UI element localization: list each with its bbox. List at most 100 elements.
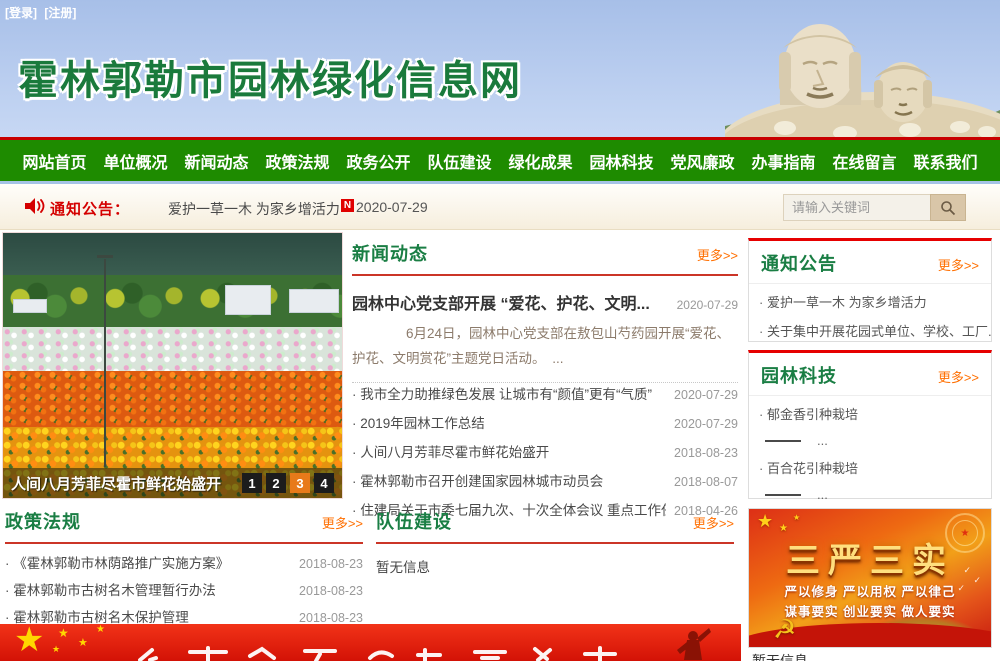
notice-marquee-link[interactable]: 爱护一草一木 为家乡增活力 [168, 199, 340, 219]
nav-item-gov-open[interactable]: 政务公开 [346, 149, 410, 173]
news-item-date: 2018-08-23 [674, 446, 738, 460]
carousel-white-flowers-band [3, 327, 342, 371]
news-item-title[interactable]: 我市全力助推绿色发展 让城市有“颜值”更有“气质” [352, 383, 666, 403]
nav-item-contact[interactable]: 联系我们 [913, 149, 977, 173]
featured-news-summary: 6月24日，园林中心党支部在敖包山芍药园开展“爱花、护花、文明赏花”主题党日活动… [352, 322, 738, 383]
small-star-icon: ★ [58, 626, 69, 640]
policy-item-title[interactable]: 《霍林郭勒市林荫路推广实施方案》 [5, 552, 291, 572]
carousel-page-3-active[interactable]: 3 [290, 473, 310, 493]
policy-item-title[interactable]: 霍林郭勒市古树名木管理暂行办法 [5, 579, 291, 599]
featured-news: 园林中心党支部开展 “爱花、护花、文明... 2020-07-29 [352, 290, 738, 314]
banner-title: 三严三实 [749, 533, 991, 582]
announcements-more-link[interactable]: 更多>> [938, 255, 979, 274]
photo-carousel[interactable]: 人间八月芳菲尽霍市鲜花始盛开 1 2 3 4 [2, 232, 343, 499]
garden-tech-item[interactable]: 百合花引种栽培 [749, 450, 991, 479]
notice-label: 通知公告： [50, 198, 130, 219]
garden-tech-item[interactable]: 郁金香引种栽培 [749, 396, 991, 425]
team-section-title: 队伍建设 [376, 508, 452, 534]
author-dash-line [765, 494, 801, 496]
building-shape [225, 285, 271, 315]
announcement-item[interactable]: 爱护一草一木 为家乡增活力 [749, 284, 991, 313]
nav-item-party[interactable]: 党风廉政 [670, 149, 734, 173]
notice-date: 2020-07-29 [356, 199, 428, 215]
meta-ellipsis: ... [817, 487, 828, 502]
bottom-propaganda-banner[interactable]: ★ ★ ★ ★ ★ [0, 624, 741, 661]
news-list-item: 人间八月芳菲尽霍市鲜花始盛开 2018-08-23 [352, 441, 738, 470]
news-item-date: 2020-07-29 [674, 417, 738, 431]
carousel-caption-link[interactable]: 人间八月芳菲尽霍市鲜花始盛开 [11, 473, 238, 494]
announcements-title: 通知公告 [761, 250, 837, 276]
announcements-box: 通知公告 更多>> 爱护一草一木 为家乡增活力 关于集中开展花园式单位、学校、工… [748, 238, 992, 342]
carousel-page-1[interactable]: 1 [242, 473, 262, 493]
nav-item-home[interactable]: 网站首页 [22, 149, 86, 173]
carousel-orange-flowers-band [3, 371, 342, 427]
policy-item-date: 2018-08-23 [299, 557, 363, 571]
below-banner-empty-message: 暂无信息 [752, 651, 808, 661]
garden-tech-header: 园林科技 更多>> [749, 353, 991, 396]
page: [登录] [注册] 霍林郭勒市园林绿化信息网 网站首页 单位概况 新闻动态 政策… [0, 0, 1000, 661]
policy-item-title[interactable]: 霍林郭勒市古树名木保护管理 [5, 606, 291, 626]
three-stricts-banner[interactable]: ★ ★ ★ ★ ✓ ✓ ✓ 三严三实 严以修身 严以用权 严以律己 谋事要实 创… [748, 508, 992, 648]
main-content: 人间八月芳菲尽霍市鲜花始盛开 1 2 3 4 新闻动态 更多>> 园林中心党支部… [0, 230, 1000, 661]
garden-tech-item-meta: ... [749, 479, 991, 504]
genghis-khan-statue-image [725, 0, 1000, 137]
nav-item-news[interactable]: 新闻动态 [184, 149, 248, 173]
nav-item-message[interactable]: 在线留言 [832, 149, 896, 173]
news-list-item: 霍林郭勒市召开创建国家园林城市动员会 2018-08-07 [352, 470, 738, 499]
garden-tech-item-meta: ... [749, 425, 991, 450]
carousel-page-4[interactable]: 4 [314, 473, 334, 493]
statue-silhouette [669, 626, 713, 661]
news-more-link[interactable]: 更多>> [697, 245, 738, 264]
news-list-item: 我市全力助推绿色发展 让城市有“颜值”更有“气质” 2020-07-29 [352, 383, 738, 412]
news-item-title[interactable]: 霍林郭勒市召开创建国家园林城市动员会 [352, 470, 666, 490]
nav-item-guide[interactable]: 办事指南 [751, 149, 815, 173]
calligraphy-strokes-decoration [130, 646, 650, 661]
news-item-date: 2018-08-07 [674, 475, 738, 489]
meta-ellipsis: ... [817, 433, 828, 448]
policies-more-link[interactable]: 更多>> [322, 513, 363, 532]
author-dash-line [765, 440, 801, 442]
policy-item-date: 2018-08-23 [299, 584, 363, 598]
nav-item-about[interactable]: 单位概况 [103, 149, 167, 173]
announcement-item[interactable]: 关于集中开展花园式单位、学校、工厂... [749, 313, 991, 342]
news-item-title[interactable]: 人间八月芳菲尽霍市鲜花始盛开 [352, 441, 666, 461]
search-input[interactable] [783, 194, 930, 221]
register-link[interactable]: [注册] [44, 6, 76, 20]
search-icon [940, 200, 956, 216]
policies-section-title: 政策法规 [5, 508, 81, 534]
news-section-header: 新闻动态 更多>> [352, 240, 738, 276]
policies-section-header: 政策法规 更多>> [5, 508, 363, 544]
nav-item-team[interactable]: 队伍建设 [427, 149, 491, 173]
policy-item-date: 2018-08-23 [299, 611, 363, 625]
team-empty-message: 暂无信息 [376, 556, 734, 576]
news-item-date: 2020-07-29 [674, 388, 738, 402]
banner-slogan-line1: 严以修身 严以用权 严以律己 [749, 581, 991, 600]
nav-item-policy[interactable]: 政策法规 [265, 149, 329, 173]
big-star-icon: ★ [14, 624, 44, 660]
site-title: 霍林郭勒市园林绿化信息网 [18, 48, 522, 106]
login-link[interactable]: [登录] [5, 6, 37, 20]
team-more-link[interactable]: 更多>> [693, 513, 734, 532]
small-star-icon: ★ [78, 636, 88, 649]
featured-news-title[interactable]: 园林中心党支部开展 “爱花、护花、文明... [352, 290, 671, 314]
star-icon: ★ [757, 511, 773, 532]
hammer-sickle-emblem-icon: ☭ [773, 614, 796, 645]
garden-tech-title: 园林科技 [761, 362, 837, 388]
news-list-item: 2019年园林工作总结 2020-07-29 [352, 412, 738, 441]
sprinkler-pole [104, 259, 106, 467]
policy-list-item: 《霍林郭勒市林荫路推广实施方案》 2018-08-23 [5, 552, 363, 577]
sprinkler-pole-top [97, 255, 113, 258]
account-links: [登录] [注册] [5, 4, 80, 21]
news-item-title[interactable]: 2019年园林工作总结 [352, 412, 666, 432]
news-section-title: 新闻动态 [352, 240, 428, 266]
carousel-caption-bar: 人间八月芳菲尽霍市鲜花始盛开 1 2 3 4 [3, 468, 342, 498]
policies-section: 政策法规 更多>> 《霍林郭勒市林荫路推广实施方案》 2018-08-23 霍林… [5, 508, 363, 631]
carousel-page-2[interactable]: 2 [266, 473, 286, 493]
search-button[interactable] [930, 194, 966, 221]
nav-item-garden-tech[interactable]: 园林科技 [589, 149, 653, 173]
policy-list-item: 霍林郭勒市古树名木管理暂行办法 2018-08-23 [5, 579, 363, 604]
carousel-hill-band [3, 233, 342, 275]
notice-bar: 通知公告： 爱护一草一木 为家乡增活力 N 2020-07-29 [0, 184, 1000, 230]
nav-item-greening[interactable]: 绿化成果 [508, 149, 572, 173]
garden-tech-more-link[interactable]: 更多>> [938, 367, 979, 386]
